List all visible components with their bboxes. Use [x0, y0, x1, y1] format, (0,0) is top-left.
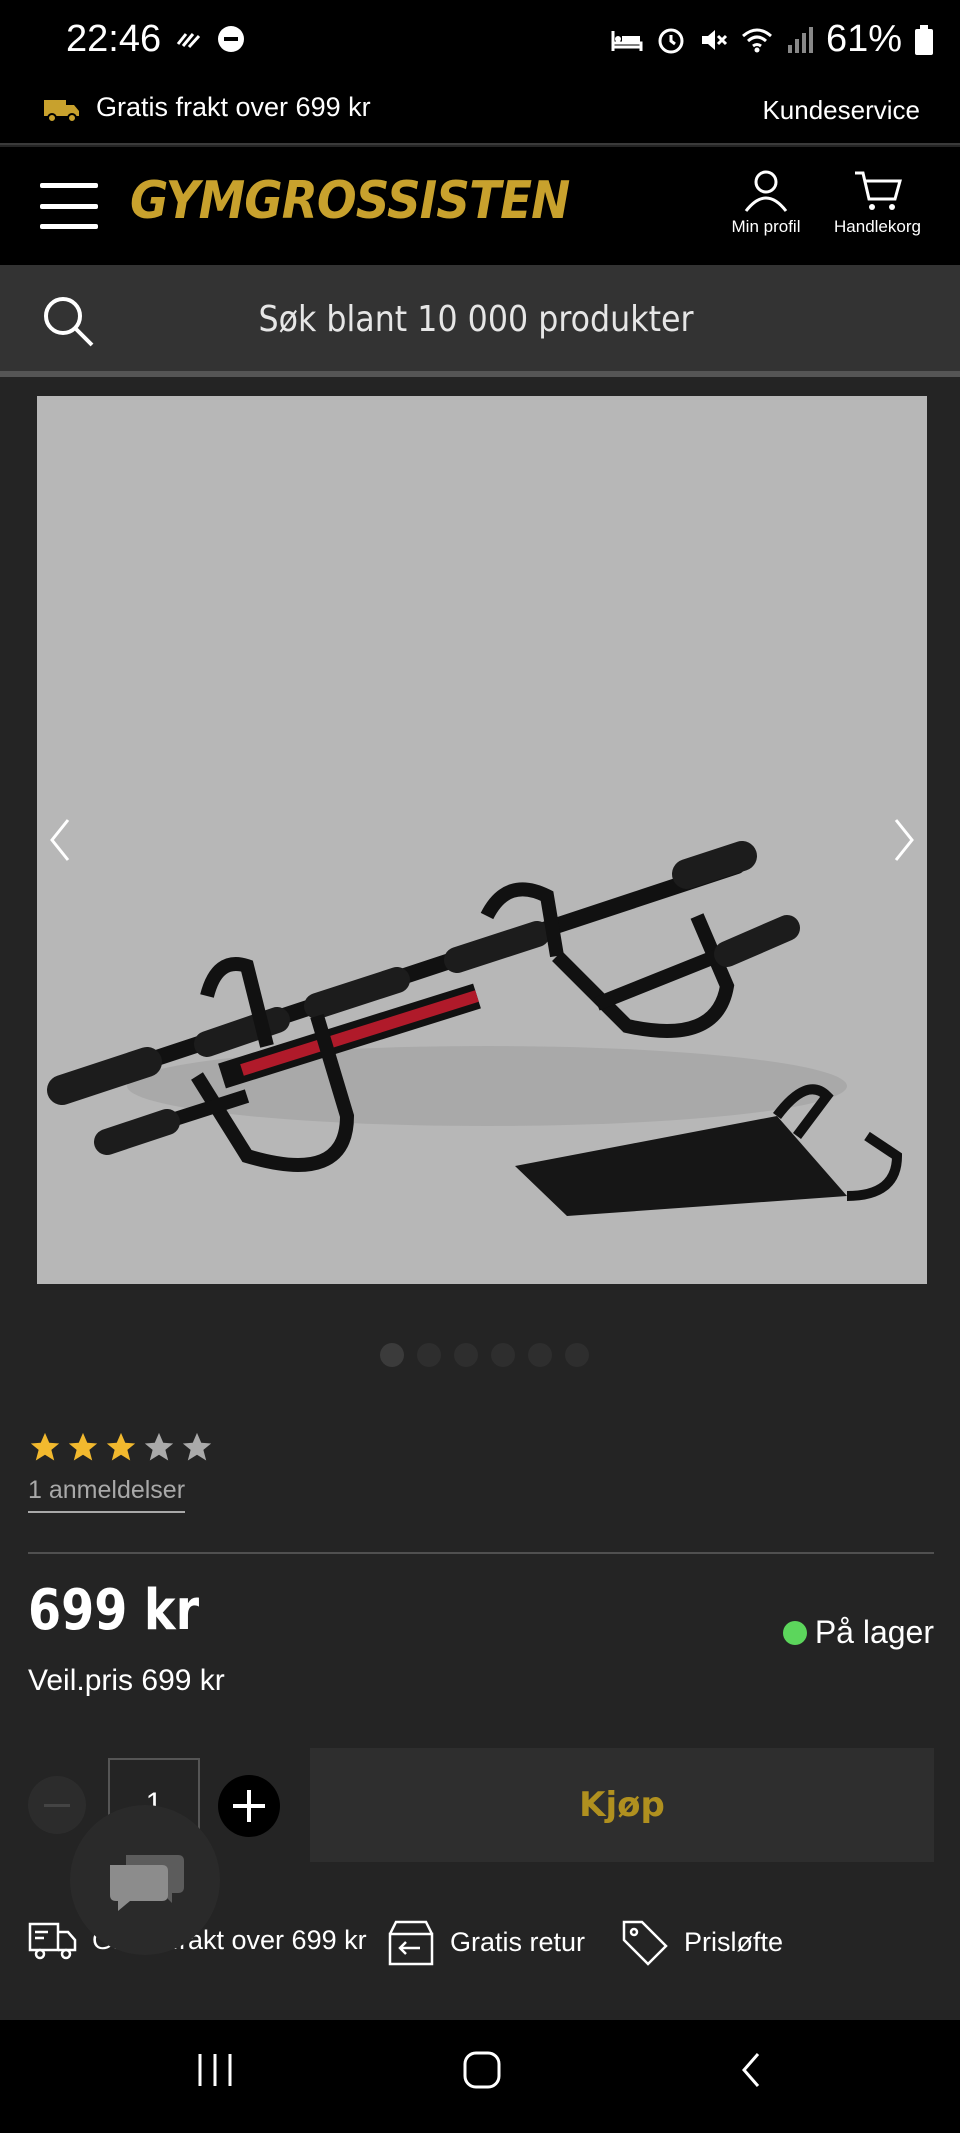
user-icon [744, 170, 788, 212]
site-header: GYMGROSSISTEN Min profil Handlekorg [0, 147, 960, 265]
promo-shipping-text: Gratis frakt over 699 kr [96, 92, 371, 122]
quantity-decrease-button[interactable] [28, 1776, 86, 1834]
pull-up-bar-image [47, 841, 903, 1216]
activity-icon [176, 33, 201, 49]
site-logo[interactable]: GYMGROSSISTEN [130, 171, 570, 231]
in-stock-indicator [782, 1620, 807, 1645]
customer-service-link[interactable]: Kundeservice [762, 95, 920, 126]
stock-status-label: På lager [814, 1614, 934, 1650]
alarm-icon [658, 28, 684, 53]
menu-button[interactable] [40, 183, 98, 229]
star-filled-icon [106, 1432, 136, 1461]
search-input[interactable]: Søk blant 10 000 produkter [57, 299, 895, 340]
return-box-icon [388, 1920, 434, 1966]
chat-button[interactable] [70, 1805, 220, 1955]
menu-icon-line [40, 224, 98, 229]
usp-price-promise: Prisløfte [620, 1918, 783, 1966]
profile-button[interactable]: Min profil [726, 169, 806, 237]
profile-label: Min profil [731, 217, 801, 236]
star-filled-icon [68, 1432, 98, 1461]
gallery-prev-arrow[interactable] [40, 810, 80, 870]
stock-status: På lager [782, 1614, 934, 1651]
star-empty-icon [144, 1432, 174, 1461]
gallery-next-arrow[interactable] [884, 810, 924, 870]
cart-button[interactable]: Handlekorg [830, 169, 925, 237]
gallery-dot[interactable] [565, 1343, 589, 1367]
buy-button[interactable]: Kjøp [310, 1748, 934, 1862]
gallery-dot[interactable] [417, 1343, 441, 1367]
home-icon[interactable] [462, 2050, 502, 2090]
signal-icon [787, 26, 813, 53]
search-bar[interactable]: Søk blant 10 000 produkter [0, 265, 960, 377]
promo-bar: Gratis frakt over 699 kr Kundeservice [0, 82, 960, 145]
price-tag-icon [622, 1920, 668, 1966]
back-icon[interactable] [736, 2050, 766, 2090]
gallery-dot[interactable] [491, 1343, 515, 1367]
chat-icon [110, 1855, 184, 1911]
gallery-dot[interactable] [528, 1343, 552, 1367]
system-nav-bar [0, 2020, 960, 2133]
mute-icon [701, 29, 727, 50]
battery-icon [915, 24, 933, 55]
reviews-link[interactable]: 1 anmeldelser [28, 1476, 186, 1513]
gallery-dot[interactable] [380, 1343, 404, 1367]
menu-icon-line [40, 183, 98, 188]
dnd-icon [218, 26, 244, 52]
bed-icon [611, 30, 643, 51]
rating-stars [28, 1430, 214, 1464]
gallery-dot[interactable] [454, 1343, 478, 1367]
quantity-increase-button[interactable] [218, 1775, 280, 1837]
star-filled-icon [30, 1432, 60, 1461]
menu-icon-line [40, 203, 98, 209]
usp-free-return: Gratis retur [386, 1918, 585, 1966]
recent-apps-icon[interactable] [196, 2050, 234, 2090]
recommended-price: Veil.pris 699 kr [28, 1664, 225, 1697]
divider [28, 1552, 934, 1554]
battery-percentage: 61% [825, 18, 902, 60]
usp-label: Prisløfte [684, 1926, 784, 1957]
cart-icon [854, 171, 902, 210]
status-time: 22:46 [66, 18, 162, 60]
gallery-pagination [380, 1343, 589, 1367]
product-image [37, 396, 927, 1284]
cart-label: Handlekorg [834, 217, 921, 236]
truck-icon [44, 100, 79, 123]
star-empty-icon [182, 1432, 212, 1461]
product-price: 699 kr [28, 1578, 200, 1643]
wifi-icon [741, 28, 772, 52]
usp-label: Gratis retur [450, 1926, 586, 1957]
truck-icon [28, 1922, 77, 1960]
status-bar: 22:46 61% [0, 0, 960, 82]
